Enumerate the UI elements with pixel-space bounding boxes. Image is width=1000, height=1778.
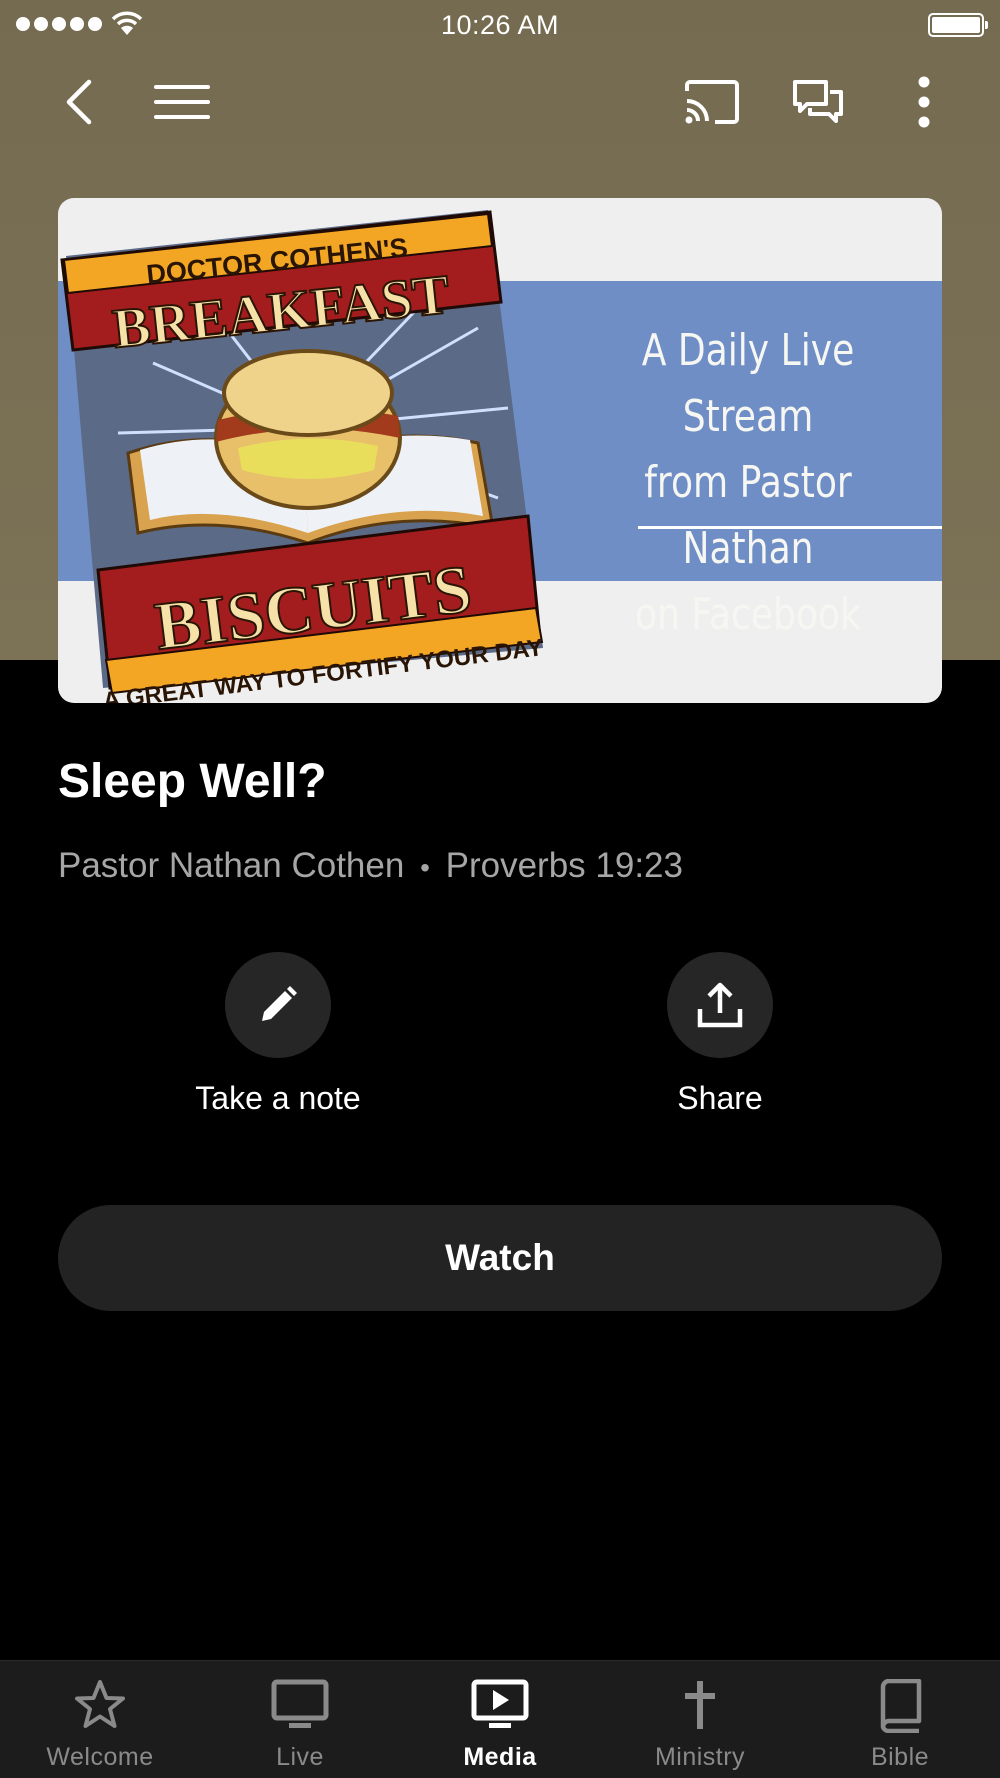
chat-icon — [793, 80, 843, 123]
breakfast-biscuits-logo: DOCTOR COTHEN'S BREAKFAST BISCUITS A GRE… — [60, 210, 545, 703]
back-button[interactable] — [50, 70, 106, 134]
banner-line-1: A Daily Live Stream — [641, 325, 855, 442]
tab-live-label: Live — [276, 1743, 324, 1771]
play-monitor-icon — [471, 1679, 529, 1728]
tab-live[interactable]: Live — [200, 1661, 400, 1778]
media-banner: A Daily Live Stream from Pastor Nathan o… — [58, 198, 942, 703]
banner-text: A Daily Live Stream from Pastor Nathan o… — [592, 318, 904, 648]
banner-line-2: from Pastor Nathan — [644, 457, 852, 574]
media-title: Sleep Well? — [58, 755, 327, 808]
monitor-icon — [271, 1679, 329, 1728]
pencil-icon — [262, 986, 297, 1021]
cross-icon — [685, 1681, 715, 1729]
share-upload-icon — [697, 982, 743, 1028]
scripture-reference: Proverbs 19:23 — [445, 846, 683, 885]
status-time: 10:26 AM — [440, 10, 560, 40]
back-icon — [66, 79, 92, 125]
menu-icon — [154, 85, 210, 119]
star-icon — [75, 1680, 125, 1728]
share-button[interactable]: Share — [590, 952, 850, 1117]
tab-welcome[interactable]: Welcome — [0, 1661, 200, 1778]
bottom-tab-bar: Welcome Live Media Ministry Bible — [0, 1660, 1000, 1778]
share-label: Share — [677, 1080, 763, 1116]
take-note-label: Take a note — [195, 1080, 361, 1116]
chat-button[interactable] — [784, 70, 852, 134]
tab-bible[interactable]: Bible — [800, 1661, 1000, 1778]
tab-welcome-label: Welcome — [46, 1743, 154, 1771]
tab-media[interactable]: Media — [400, 1661, 600, 1778]
more-options-button[interactable] — [900, 70, 948, 134]
watch-button[interactable]: Watch — [58, 1205, 942, 1311]
tab-ministry[interactable]: Ministry — [600, 1661, 800, 1778]
menu-button[interactable] — [150, 70, 214, 134]
share-circle[interactable] — [667, 952, 773, 1058]
speaker-name: Pastor Nathan Cothen — [58, 846, 405, 885]
banner-line-3: on Facebook — [635, 589, 861, 640]
status-bar: 10:26 AM — [0, 0, 1000, 50]
book-icon — [880, 1679, 922, 1733]
cast-button[interactable] — [678, 70, 746, 134]
battery-icon — [928, 13, 988, 37]
banner-underline — [638, 526, 942, 529]
more-vertical-icon — [918, 76, 930, 128]
take-note-circle[interactable] — [225, 952, 331, 1058]
media-subtitle: Pastor Nathan Cothen • Proverbs 19:23 — [58, 846, 683, 886]
subtitle-separator: • — [420, 852, 430, 883]
cast-icon — [685, 80, 739, 124]
take-note-button[interactable]: Take a note — [148, 952, 408, 1117]
tab-media-label: Media — [463, 1743, 537, 1771]
tab-bible-label: Bible — [870, 1743, 930, 1771]
tab-ministry-label: Ministry — [654, 1743, 746, 1771]
